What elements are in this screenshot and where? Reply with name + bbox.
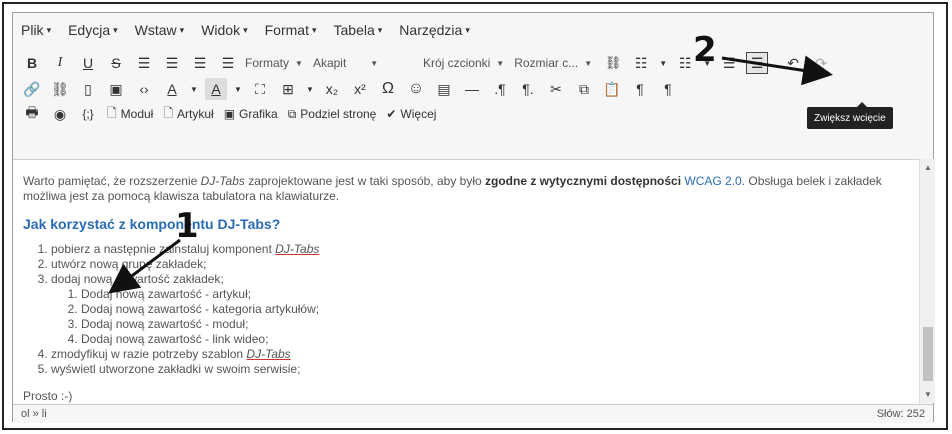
- bookmark-icon[interactable]: ▯: [77, 78, 99, 100]
- content-scrollbar[interactable]: ▲ ▼: [919, 159, 935, 403]
- outdent-icon[interactable]: ☰: [718, 52, 740, 74]
- menu-edycja[interactable]: Edycja ▾: [68, 22, 118, 38]
- link-icon[interactable]: 🔗: [21, 78, 43, 100]
- list-item: utwórz nową grupę zakładek;: [51, 257, 909, 272]
- undo-icon[interactable]: ↶: [782, 52, 804, 74]
- horizontal-rule-button[interactable]: —: [461, 78, 483, 100]
- align-left-icon[interactable]: ☰: [133, 52, 155, 74]
- rtl-button[interactable]: ¶: [657, 78, 679, 100]
- align-center-icon[interactable]: ☰: [161, 52, 183, 74]
- annotation-number-2: 2: [693, 30, 717, 70]
- picture-icon: ▣: [223, 107, 236, 121]
- font-family-dropdown[interactable]: Krój czcionki ▼: [423, 52, 504, 74]
- page-break-icon: ⧉: [287, 106, 297, 121]
- subscript-button[interactable]: x₂: [321, 78, 343, 100]
- cut-icon[interactable]: ✂: [545, 78, 567, 100]
- list-item: Dodaj nową zawartość - link wideo;: [81, 332, 909, 347]
- toolbar-row-1: B I U S ☰ ☰ ☰ ☰ Formaty ▼ Akapit ▼ Krój cz…: [13, 50, 933, 76]
- bg-color-chevron-icon[interactable]: ▼: [233, 78, 243, 100]
- article-icon: 🗋: [163, 105, 173, 120]
- toolbar-row-3: 🖶 ◉ {;} 🗋 Moduł 🗋 Artykuł ▣ Grafika ⧉ Podzie…: [13, 101, 933, 127]
- page-break-button[interactable]: ⧉ Podziel stronę: [286, 103, 379, 125]
- text-color-button[interactable]: A: [161, 78, 183, 100]
- toolbar-row-2: 🔗 ⛓ ▯ ▣ ‹› A ▼ A ▼ ⛶ ⊞ ▼ x₂ x² Ω ☺ ▤ — .…: [13, 76, 933, 102]
- menubar: Plik ▾ Edycja ▾ Wstaw ▾ Widok ▾ Format ▾ Tabe…: [13, 13, 933, 47]
- menu-plik[interactable]: Plik ▾: [21, 22, 51, 38]
- closing-text: Prosto :-): [23, 389, 73, 403]
- align-right-icon[interactable]: ☰: [189, 52, 211, 74]
- redo-icon[interactable]: ↷: [810, 52, 832, 74]
- element-path[interactable]: ol » li: [21, 408, 877, 420]
- list-item: Dodaj nową zawartość - artykuł;: [81, 287, 909, 302]
- preview-icon[interactable]: ◉: [49, 103, 71, 125]
- emoticons-button[interactable]: ☺: [405, 78, 427, 100]
- fullscreen-icon[interactable]: ⛶: [249, 78, 271, 100]
- nested-ordered-list: Dodaj nową zawartość - artykuł; Dodaj no…: [51, 287, 909, 347]
- ordered-list: pobierz a następnie zainstaluj komponent…: [23, 242, 909, 377]
- scroll-down-icon[interactable]: ▼: [924, 390, 932, 399]
- menu-tabela[interactable]: Tabela ▾: [334, 22, 383, 38]
- table-chevron-icon[interactable]: ▼: [305, 78, 315, 100]
- statusbar: ol » li Słów: 252: [13, 404, 933, 423]
- table-icon[interactable]: ⊞: [277, 78, 299, 100]
- bullet-list-icon[interactable]: ☷: [630, 52, 652, 74]
- bold-button[interactable]: B: [21, 52, 43, 74]
- copy-icon[interactable]: ⧉: [573, 78, 595, 100]
- content-heading: Jak korzystać z komponentu DJ-Tabs?: [23, 216, 281, 232]
- underline-button[interactable]: U: [77, 52, 99, 74]
- list-item: Dodaj nową zawartość - moduł;: [81, 317, 909, 332]
- unlink-icon[interactable]: ⛓: [49, 78, 71, 100]
- paste-icon[interactable]: 📋: [601, 78, 623, 100]
- strikethrough-button[interactable]: S: [105, 52, 127, 74]
- module-button[interactable]: 🗋 Moduł: [105, 103, 155, 125]
- chevron-down-icon: ✔: [386, 107, 397, 121]
- list-item: zmodyfikuj w razie potrzeby szablon DJ-T…: [51, 347, 909, 362]
- editor-content[interactable]: Warto pamiętać, że rozszerzenie DJ-Tabs …: [13, 159, 919, 403]
- article-button[interactable]: 🗋 Artykuł: [161, 103, 215, 125]
- bullet-list-chevron-icon[interactable]: ▼: [658, 52, 668, 74]
- ltr-button[interactable]: ¶: [629, 78, 651, 100]
- find-replace-icon[interactable]: ⛓: [602, 52, 624, 74]
- font-size-dropdown[interactable]: Rozmiar c... ▼: [514, 52, 592, 74]
- italic-button[interactable]: I: [49, 52, 71, 74]
- align-justify-icon[interactable]: ☰: [217, 52, 239, 74]
- more-button[interactable]: ✔ Więcej: [384, 103, 438, 125]
- image-icon[interactable]: ▣: [105, 78, 127, 100]
- media-icon[interactable]: ▤: [433, 78, 455, 100]
- print-icon[interactable]: 🖶: [21, 103, 43, 125]
- menu-widok[interactable]: Widok ▾: [201, 22, 247, 38]
- indent-tooltip: Zwiększ wcięcie: [807, 102, 893, 129]
- menu-wstaw[interactable]: Wstaw ▾: [135, 22, 185, 38]
- module-icon: 🗋: [107, 105, 117, 120]
- list-item: dodaj nową zawartość zakładek; Dodaj now…: [51, 272, 909, 347]
- word-count: Słów: 252: [876, 408, 925, 420]
- special-char-button[interactable]: Ω: [377, 78, 399, 100]
- nonbreaking-icon[interactable]: .¶: [489, 78, 511, 100]
- list-item: wyświetl utworzone zakładki w swoim serw…: [51, 362, 909, 377]
- indent-icon[interactable]: ☰: [746, 52, 769, 74]
- rich-text-editor: Plik ▾ Edycja ▾ Wstaw ▾ Widok ▾ Format ▾ Tabe…: [12, 12, 935, 423]
- superscript-button[interactable]: x²: [349, 78, 371, 100]
- intro-paragraph: Warto pamiętać, że rozszerzenie DJ-Tabs …: [23, 174, 882, 203]
- block-format-dropdown[interactable]: Akapit ▼: [313, 52, 413, 74]
- template-variable-icon[interactable]: {;}: [77, 103, 99, 125]
- formats-dropdown[interactable]: Formaty ▼: [245, 52, 303, 74]
- annotation-number-1: 1: [175, 206, 199, 246]
- scroll-thumb[interactable]: [923, 327, 933, 381]
- menu-narzedzia[interactable]: Narzędzia ▾: [399, 22, 470, 38]
- bg-color-button[interactable]: A: [205, 78, 227, 100]
- code-icon[interactable]: ‹›: [133, 78, 155, 100]
- menu-format[interactable]: Format ▾: [265, 22, 317, 38]
- scroll-up-icon[interactable]: ▲: [924, 163, 932, 172]
- show-blocks-icon[interactable]: ¶.: [517, 78, 539, 100]
- text-color-chevron-icon[interactable]: ▼: [189, 78, 199, 100]
- list-item: Dodaj nową zawartość - kategoria artykuł…: [81, 302, 909, 317]
- image-insert-button[interactable]: ▣ Grafika: [222, 103, 280, 125]
